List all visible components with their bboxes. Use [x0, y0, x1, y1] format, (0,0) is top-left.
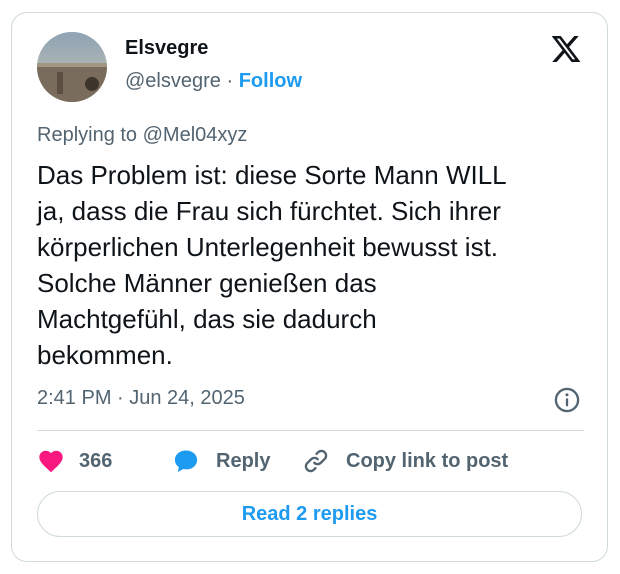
- like-button[interactable]: 366: [37, 445, 112, 477]
- speech-bubble-icon: [172, 447, 200, 475]
- tweet-card: Elsvegre @elsvegre · Follow Replying to …: [11, 12, 608, 562]
- read-replies-label: Read 2 replies: [241, 502, 378, 525]
- read-replies-button[interactable]: Read 2 replies: [37, 491, 582, 537]
- copy-link-label: Copy link to post: [346, 449, 509, 472]
- action-bar: 366 Reply Copy link to post: [37, 445, 597, 477]
- like-count: 366: [79, 449, 113, 472]
- reply-label: Reply: [216, 449, 271, 472]
- heart-icon: [37, 447, 65, 475]
- avatar[interactable]: [37, 32, 107, 102]
- author-handle-line: @elsvegre · Follow: [125, 70, 302, 93]
- author-handle[interactable]: @elsvegre: [125, 70, 221, 92]
- tweet-timestamp[interactable]: 2:41 PM · Jun 24, 2025: [37, 387, 245, 410]
- author-name[interactable]: Elsvegre: [125, 37, 208, 60]
- tweet-text: Das Problem ist: diese Sorte Mann WILL j…: [37, 160, 507, 370]
- avatar-image: [37, 32, 107, 102]
- replying-to[interactable]: Replying to @Mel04xyz: [37, 124, 247, 147]
- divider: [37, 430, 584, 431]
- x-logo-icon[interactable]: [550, 33, 582, 65]
- follow-button[interactable]: Follow: [239, 70, 302, 92]
- handle-separator: ·: [226, 70, 234, 92]
- info-icon[interactable]: [553, 386, 581, 414]
- reply-button[interactable]: Reply: [172, 445, 270, 477]
- copy-link-button[interactable]: Copy link to post: [302, 445, 508, 477]
- link-icon: [302, 447, 330, 475]
